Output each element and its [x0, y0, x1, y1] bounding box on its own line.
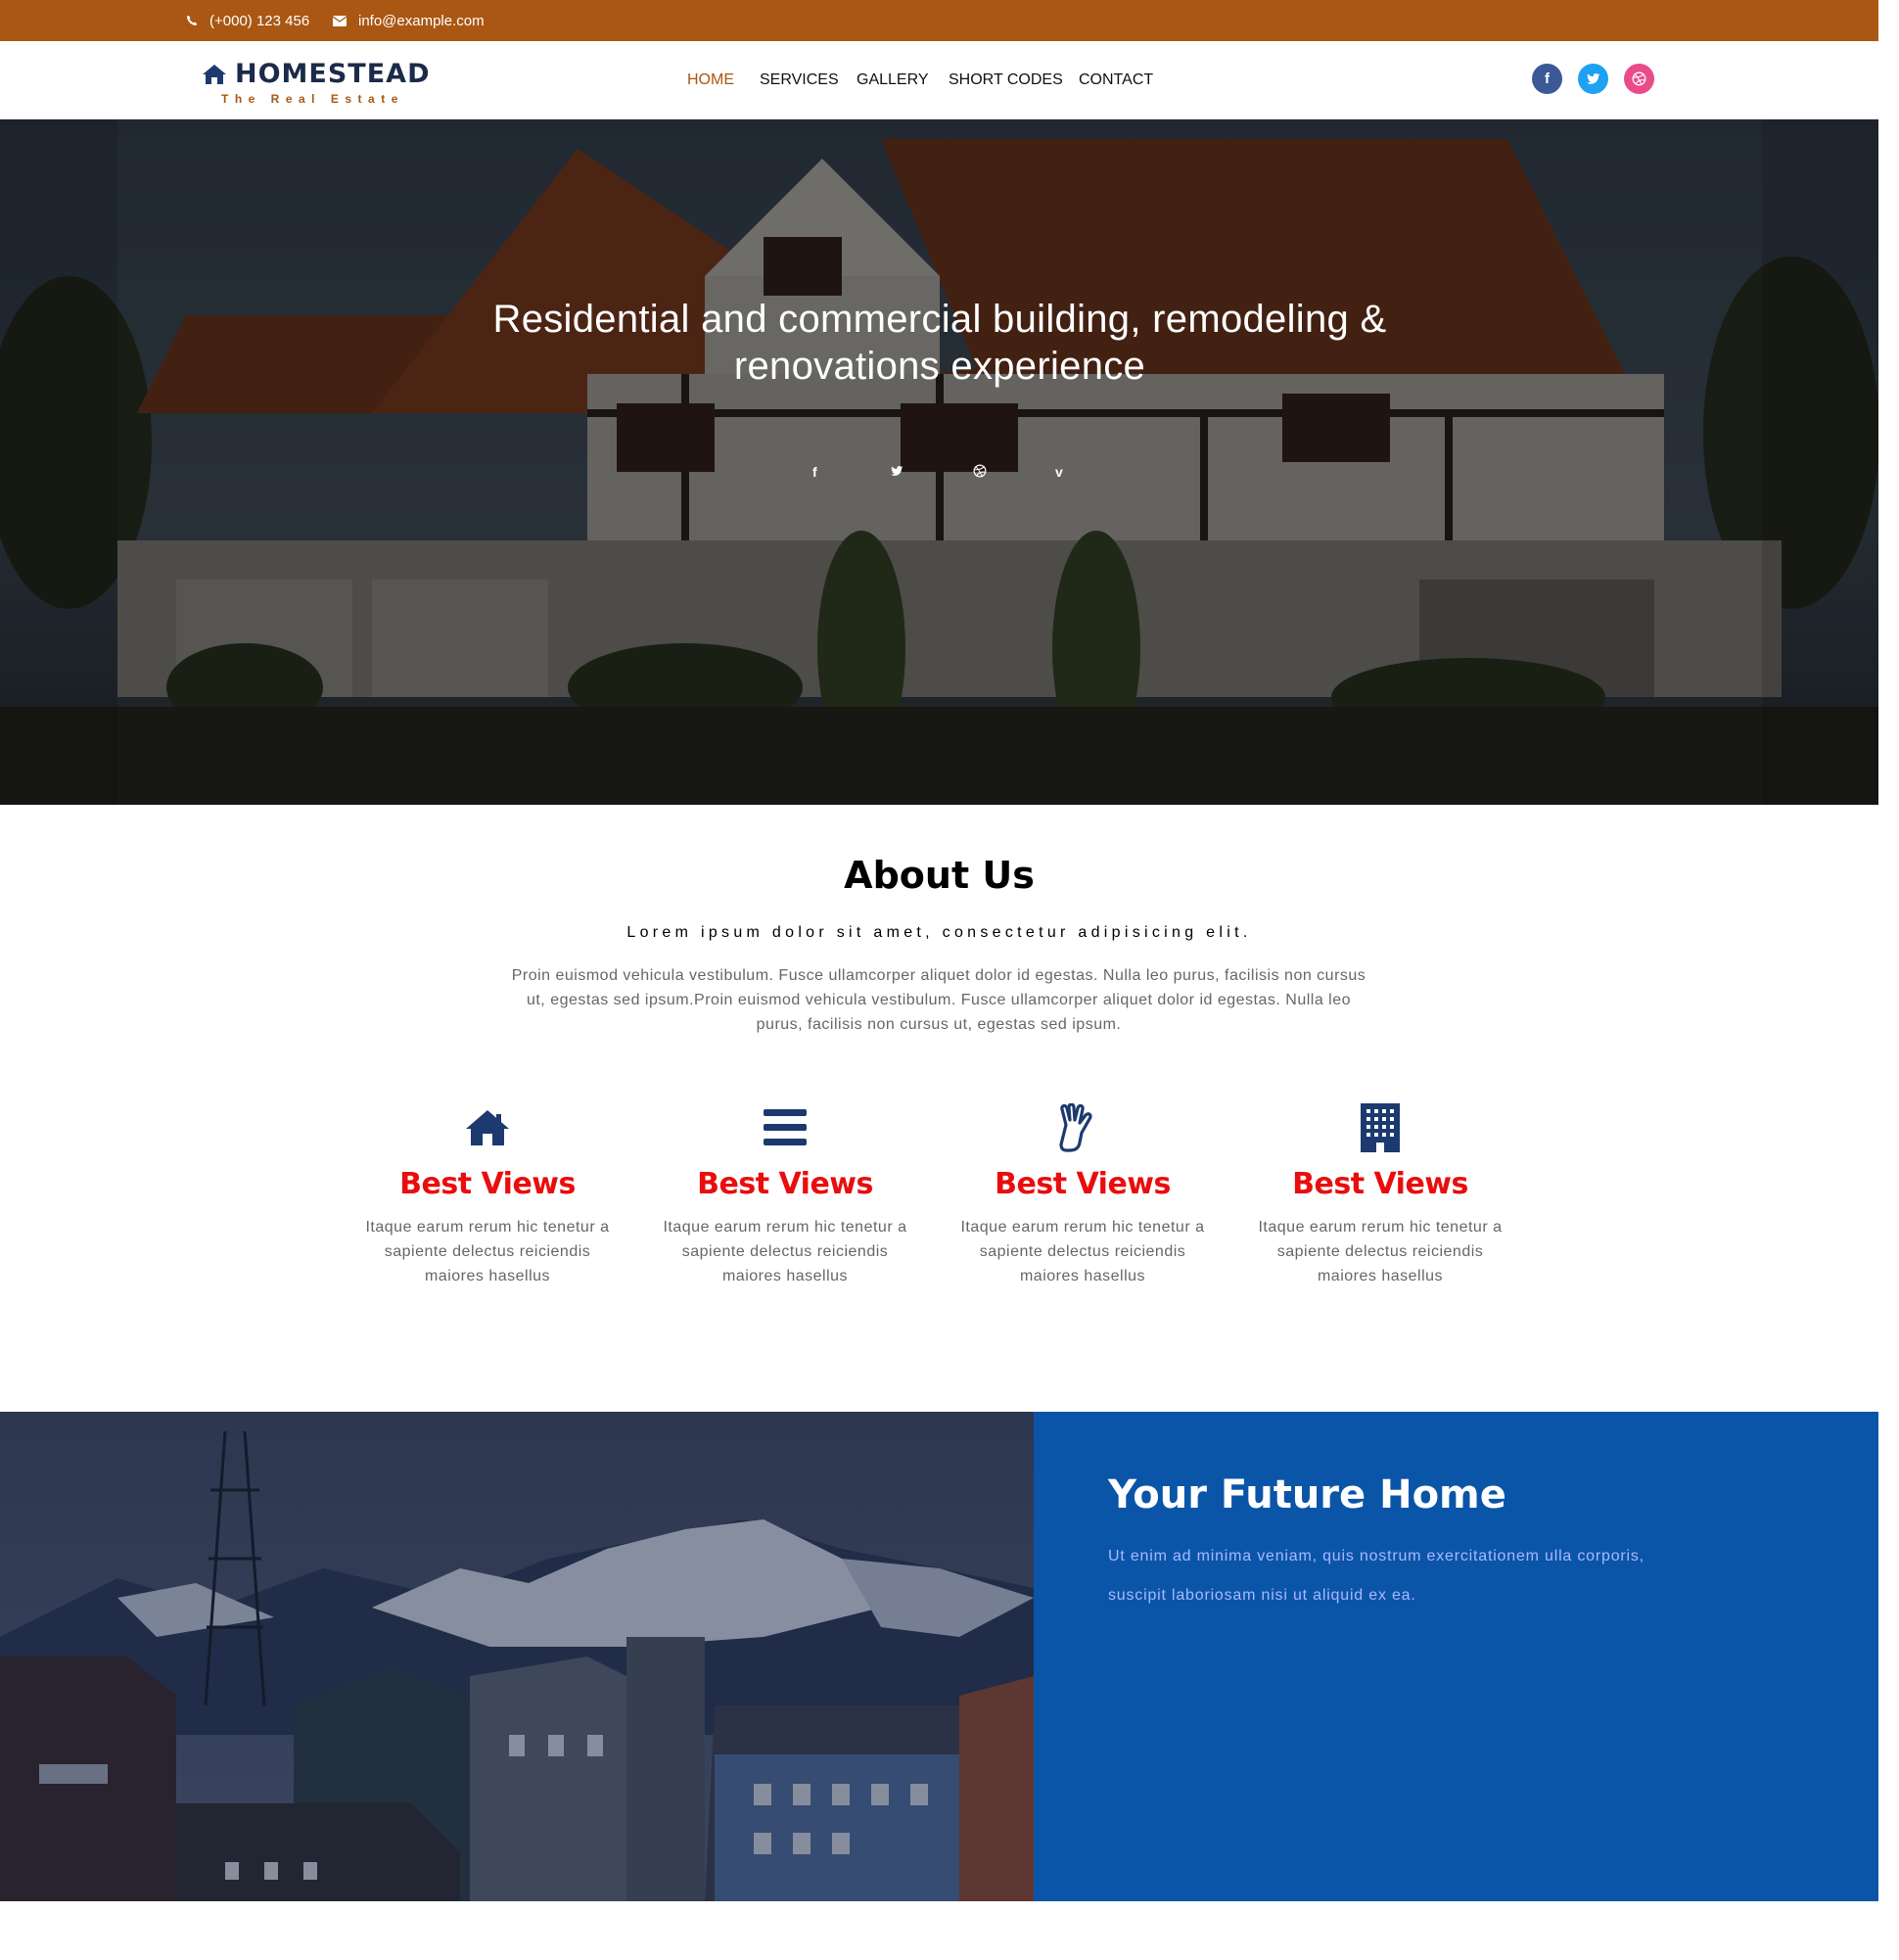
top-bar: (+000) 123 456 info@example.com [0, 0, 1878, 41]
feature-card: Best Views Itaque earum rerum hic tenetu… [943, 1100, 1223, 1288]
hero-house-image [0, 119, 1878, 805]
future-home-title: Your Future Home [1108, 1472, 1506, 1517]
phone-number: (+000) 123 456 [209, 12, 310, 29]
nav-gallery[interactable]: GALLERY [857, 71, 929, 89]
future-home-text: Ut enim ad minima veniam, quis nostrum e… [1108, 1537, 1735, 1615]
logo-name: HOMESTEAD [235, 59, 431, 89]
page: (+000) 123 456 info@example.com HOMESTEA… [0, 0, 1899, 1960]
about-body: Proin euismod vehicula vestibulum. Fusce… [487, 963, 1390, 1037]
nav-home[interactable]: HOME [687, 71, 734, 89]
feature-card: Best Views Itaque earum rerum hic tenetu… [645, 1100, 925, 1288]
hero-dribbble-icon[interactable] [973, 464, 987, 481]
house-icon [203, 64, 226, 84]
hero-heading: Residential and commercial building, rem… [352, 296, 1527, 390]
site: (+000) 123 456 info@example.com HOMESTEA… [0, 0, 1878, 1960]
nav-contact[interactable]: CONTACT [1079, 71, 1153, 89]
feature-text: Itaque earum rerum hic tenetur a sapient… [960, 1219, 1205, 1284]
hero-heading-line1: Residential and commercial building, rem… [492, 298, 1387, 341]
bars-icon [764, 1109, 807, 1145]
future-home-section: Your Future Home Ut enim ad minima venia… [0, 1412, 1878, 1901]
feature-title: Best Views [697, 1167, 873, 1201]
future-home-line2: suscipit laboriosam nisi ut aliquid ex e… [1108, 1587, 1416, 1604]
navbar: HOMESTEAD The Real Estate HOME SERVICES … [0, 41, 1878, 119]
hero-twitter-icon[interactable] [891, 464, 903, 480]
about-subtitle: Lorem ipsum dolor sit amet, consectetur … [626, 924, 1252, 941]
facebook-icon[interactable]: f [1532, 64, 1562, 94]
about-title: About Us [844, 854, 1035, 897]
twitter-icon[interactable] [1578, 64, 1608, 94]
feature-card: Best Views Itaque earum rerum hic tenetu… [1240, 1100, 1520, 1288]
hero-vimeo-icon[interactable]: v [1055, 464, 1063, 480]
logo[interactable]: HOMESTEAD The Real Estate [202, 59, 431, 106]
phone-contact[interactable]: (+000) 123 456 [186, 0, 309, 41]
envelope-icon [333, 15, 347, 26]
feature-text: Itaque earum rerum hic tenetur a sapient… [663, 1219, 907, 1284]
about-body-line1: Proin euismod vehicula vestibulum. Fusce… [511, 967, 1366, 984]
hand-icon [1059, 1103, 1092, 1152]
email-contact[interactable]: info@example.com [333, 0, 485, 41]
hero-facebook-icon[interactable]: f [812, 464, 817, 480]
future-home-panel: Your Future Home Ut enim ad minima venia… [1034, 1412, 1878, 1901]
feature-title: Best Views [995, 1167, 1171, 1201]
hero-heading-line2: renovations experience [733, 345, 1146, 388]
feature-card: Best Views Itaque earum rerum hic tenetu… [347, 1100, 627, 1288]
dribbble-icon[interactable] [1624, 64, 1654, 94]
email-address: info@example.com [358, 12, 485, 29]
phone-icon [187, 15, 198, 25]
home-icon [466, 1110, 509, 1145]
logo-tagline: The Real Estate [221, 92, 404, 106]
future-home-line1: Ut enim ad minima veniam, quis nostrum e… [1108, 1548, 1644, 1564]
feature-title: Best Views [1292, 1167, 1468, 1201]
feature-title: Best Views [399, 1167, 576, 1201]
hero-banner: Residential and commercial building, rem… [0, 119, 1878, 805]
about-body-line2: ut, egestas sed ipsum.Proin euismod vehi… [526, 992, 1352, 1008]
about-body-line3: purus, facilisis non cursus ut, egestas … [756, 1016, 1122, 1033]
building-icon [1361, 1103, 1400, 1152]
nav-short-codes[interactable]: SHORT CODES [949, 71, 1063, 89]
harbor-town-image [0, 1412, 1034, 1901]
feature-text: Itaque earum rerum hic tenetur a sapient… [365, 1219, 610, 1284]
nav-services[interactable]: SERVICES [760, 71, 839, 89]
feature-text: Itaque earum rerum hic tenetur a sapient… [1258, 1219, 1503, 1284]
